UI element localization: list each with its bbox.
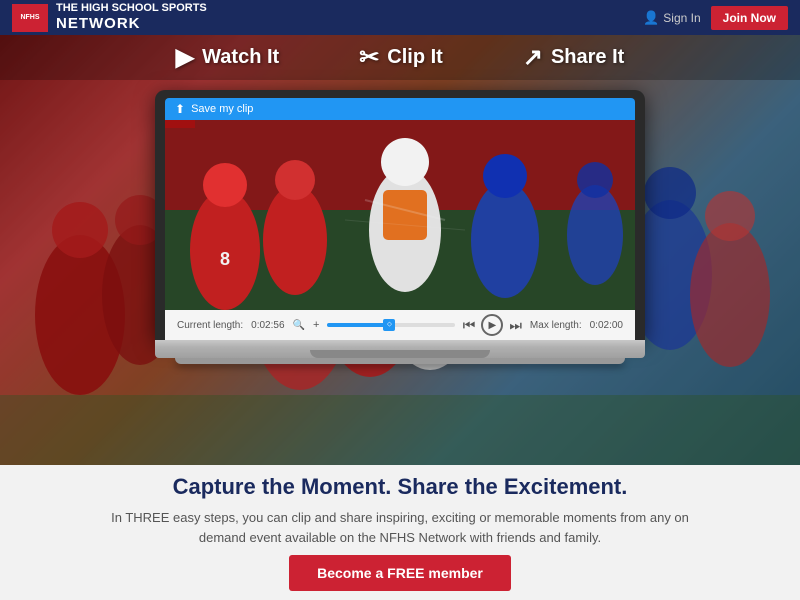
zoom-out-icon[interactable]: 🔍 [293,320,305,331]
laptop-screen-inner: ⬆ Save my clip 8 [165,98,635,340]
share-icon: ↗ [523,43,543,72]
laptop-base [155,340,645,358]
step-share: ↗ Share It [523,43,624,72]
bottom-section: Capture the Moment. Share the Excitement… [0,465,800,600]
logo-box: NFHS [12,4,48,32]
zoom-in-icon[interactable]: + [313,319,319,331]
description: In THREE easy steps, you can clip and sh… [110,508,690,547]
skip-back-icon[interactable]: ⏮ [463,317,476,334]
sign-in-button[interactable]: 👤 Sign In [643,10,701,26]
play-button[interactable]: ▶ [481,314,503,336]
progress-fill [327,323,384,327]
scissors-icon: ✂ [359,43,379,72]
skip-forward-icon[interactable]: ⏭ [509,317,522,334]
play-circle-icon: ▶ [176,43,194,72]
upload-icon: ⬆ [175,102,185,116]
step-clip: ✂ Clip It [359,43,443,72]
laptop-mockup: ⬆ Save my clip 8 [155,90,645,364]
progress-track[interactable]: ⬦ [327,323,454,327]
play-controls: ⏮ ▶ ⏭ [463,314,522,336]
user-icon: 👤 [643,10,659,26]
laptop-screen-outer: ⬆ Save my clip 8 [155,90,645,340]
save-bar: ⬆ Save my clip [165,98,635,120]
video-controls: Current length: 0:02:56 🔍 + ⬦ ⏮ ▶ ⏭ [165,310,635,340]
join-now-button[interactable]: Join Now [711,6,788,30]
header-right: 👤 Sign In Join Now [643,6,788,30]
video-player[interactable]: 8 [165,120,635,310]
hero-section: ▶ Watch It ✂ Clip It ↗ Share It ⬆ Save m… [0,35,800,465]
steps-row: ▶ Watch It ✂ Clip It ↗ Share It [0,35,800,80]
network-title: THE HIGH SCHOOL SPORTS NETWORK [56,2,207,33]
logo-area: NFHS THE HIGH SCHOOL SPORTS NETWORK [12,2,207,33]
step-watch: ▶ Watch It [176,43,280,72]
progress-thumb[interactable]: ⬦ [383,319,395,331]
header: NFHS THE HIGH SCHOOL SPORTS NETWORK 👤 Si… [0,0,800,35]
cta-button[interactable]: Become a FREE member [289,555,511,591]
video-overlay [165,120,635,310]
tagline: Capture the Moment. Share the Excitement… [173,474,628,500]
laptop-foot [175,358,625,364]
logo-abbr: NFHS [20,14,39,22]
